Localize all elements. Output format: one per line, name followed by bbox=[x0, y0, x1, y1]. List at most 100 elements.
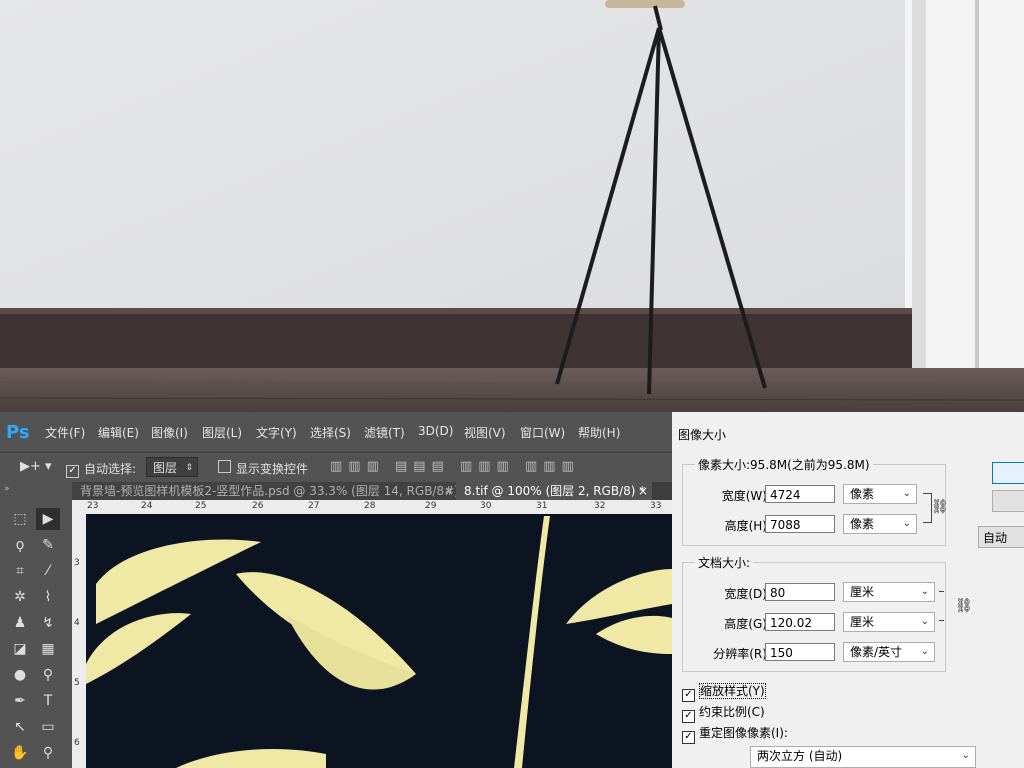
constrain-proportions-checkbox[interactable]: ✓ 约束比例(C) bbox=[682, 703, 765, 723]
menu-select[interactable]: 选择(S) bbox=[310, 424, 351, 441]
pixel-height-unit-select[interactable]: 像素 ⌄ bbox=[843, 514, 917, 534]
auto-select-label: 自动选择: bbox=[84, 462, 137, 476]
checkbox-mark: ✓ bbox=[682, 689, 695, 702]
auto-button[interactable]: 自动 bbox=[978, 526, 1024, 548]
menu-file[interactable]: 文件(F) bbox=[45, 424, 85, 441]
ruler-label: 5 bbox=[74, 678, 80, 688]
resample-method-select[interactable]: 两次立方 (自动) ⌄ bbox=[750, 746, 976, 768]
document-size-label: 文档大小: bbox=[695, 554, 754, 571]
ruler-label: 3 bbox=[74, 558, 80, 568]
tab-background-psd[interactable]: 背景墙-预览图样机模板2-竖型作品.psd @ 33.3% (图层 14, RG… bbox=[72, 482, 459, 500]
chain-link-icon: ⛓ bbox=[955, 598, 973, 614]
chain-link-icon: ⛓ bbox=[931, 499, 949, 515]
pixel-width-input[interactable]: 4724 bbox=[765, 485, 835, 503]
resolution-unit-select[interactable]: 像素/英寸 ⌄ bbox=[843, 642, 935, 662]
resolution-input[interactable]: 150 bbox=[765, 643, 835, 661]
link-bracket bbox=[939, 591, 944, 621]
blur-tool-icon[interactable]: ● bbox=[8, 664, 32, 686]
auto-select-dropdown[interactable]: 图层 ⇕ bbox=[146, 457, 198, 477]
quick-select-tool-icon[interactable]: ✎ bbox=[36, 534, 60, 556]
brush-tool-icon[interactable]: ⌇ bbox=[36, 586, 60, 608]
menu-type[interactable]: 文字(Y) bbox=[256, 424, 297, 441]
gradient-tool-icon[interactable]: ▦ bbox=[36, 638, 60, 660]
pixel-height-input[interactable]: 7088 bbox=[765, 515, 835, 533]
ps-logo: Ps bbox=[6, 422, 30, 443]
menu-view[interactable]: 视图(V) bbox=[464, 424, 506, 441]
marquee-tool-icon[interactable]: ⬚ bbox=[8, 508, 32, 530]
crop-tool-icon[interactable]: ⌗ bbox=[8, 560, 32, 582]
eyedropper-tool-icon[interactable]: ⁄ bbox=[36, 560, 60, 582]
resample-method-value: 两次立方 (自动) bbox=[757, 749, 843, 763]
dialog-title: 图像大小 bbox=[678, 428, 727, 442]
menu-3d[interactable]: 3D(D) bbox=[418, 424, 453, 438]
chevron-down-icon: ⌄ bbox=[920, 586, 929, 597]
doc-height-label: 高度(G): bbox=[724, 617, 771, 631]
menu-help[interactable]: 帮助(H) bbox=[578, 424, 620, 441]
move-tool-preset-icon[interactable]: ▶+ ▾ bbox=[20, 459, 52, 474]
rectangle-tool-icon[interactable]: ▭ bbox=[36, 716, 60, 738]
eraser-tool-icon[interactable]: ◪ bbox=[8, 638, 32, 660]
resample-label: 重定图像像素(I): bbox=[699, 726, 788, 740]
ruler-label: 26 bbox=[252, 501, 264, 511]
ruler-label: 27 bbox=[308, 501, 320, 511]
doc-width-unit-select[interactable]: 厘米 ⌄ bbox=[843, 582, 935, 602]
tab-8-tif[interactable]: 8.tif @ 100% (图层 2, RGB/8) * × bbox=[456, 482, 652, 500]
chevron-down-icon: ⌄ bbox=[920, 646, 929, 657]
ruler-label: 31 bbox=[536, 501, 548, 511]
photoshop-window: Ps 文件(F) 编辑(E) 图像(I) 图层(L) 文字(Y) 选择(S) 滤… bbox=[0, 412, 672, 768]
chevron-updown-icon: ⇕ bbox=[185, 463, 193, 473]
pixel-width-label: 宽度(W): bbox=[721, 489, 771, 503]
horizontal-ruler: 23 24 25 26 27 28 29 30 31 32 33 bbox=[86, 500, 672, 514]
stamp-tool-icon[interactable]: ♟ bbox=[8, 612, 32, 634]
cancel-button[interactable] bbox=[992, 490, 1024, 512]
auto-select-checkbox[interactable]: ✓ bbox=[66, 460, 83, 478]
pixel-width-unit-select[interactable]: 像素 ⌄ bbox=[843, 484, 917, 504]
zoom-tool-icon[interactable]: ⚲ bbox=[36, 742, 60, 764]
unit-value: 厘米 bbox=[850, 585, 875, 599]
doc-height-unit-select[interactable]: 厘米 ⌄ bbox=[843, 612, 935, 632]
ruler-label: 6 bbox=[74, 738, 80, 748]
hand-tool-icon[interactable]: ✋ bbox=[8, 742, 32, 764]
toolbox: » ⬚ ▶ ϙ ✎ ⌗ ⁄ ✲ ⌇ ♟ ↯ ◪ ▦ ● ⚲ ✒ T ↖ ▭ ✋ … bbox=[0, 482, 73, 768]
unit-value: 像素/英寸 bbox=[850, 645, 903, 659]
chevron-down-icon: ⌄ bbox=[961, 750, 970, 761]
pen-tool-icon[interactable]: ✒ bbox=[8, 690, 32, 712]
auto-button-label: 自动 bbox=[983, 531, 1008, 545]
resample-checkbox[interactable]: ✓ 重定图像像素(I): bbox=[682, 724, 788, 744]
show-transform-checkbox[interactable] bbox=[218, 460, 235, 474]
close-icon[interactable]: × bbox=[638, 482, 648, 500]
document-canvas[interactable] bbox=[86, 514, 672, 768]
doc-height-input[interactable]: 120.02 bbox=[765, 613, 835, 631]
menu-edit[interactable]: 编辑(E) bbox=[98, 424, 139, 441]
menu-filter[interactable]: 滤镜(T) bbox=[364, 424, 405, 441]
ruler-label: 25 bbox=[195, 501, 207, 511]
path-select-tool-icon[interactable]: ↖ bbox=[8, 716, 32, 738]
doc-width-input[interactable]: 80 bbox=[765, 583, 835, 601]
healing-tool-icon[interactable]: ✲ bbox=[8, 586, 32, 608]
close-icon[interactable]: × bbox=[444, 482, 454, 500]
document-tabs: 背景墙-预览图样机模板2-竖型作品.psd @ 33.3% (图层 14, RG… bbox=[72, 482, 672, 500]
history-brush-tool-icon[interactable]: ↯ bbox=[36, 612, 60, 634]
chevron-down-icon: ⌄ bbox=[902, 518, 911, 529]
scale-styles-checkbox[interactable]: ✓ 缩放样式(Y) bbox=[682, 682, 766, 702]
scale-styles-label: 缩放样式(Y) bbox=[699, 683, 766, 699]
menu-layer[interactable]: 图层(L) bbox=[202, 424, 242, 441]
pixel-height-label: 高度(H): bbox=[724, 519, 771, 533]
type-tool-icon[interactable]: T bbox=[36, 690, 60, 712]
lasso-tool-icon[interactable]: ϙ bbox=[8, 534, 32, 556]
menu-window[interactable]: 窗口(W) bbox=[520, 424, 565, 441]
menu-image[interactable]: 图像(I) bbox=[151, 424, 188, 441]
show-transform-label: 显示变换控件 bbox=[236, 462, 309, 476]
move-tool-icon[interactable]: ▶ bbox=[36, 508, 60, 530]
chevron-down-icon: ⌄ bbox=[902, 488, 911, 499]
vertical-ruler: 3 4 5 6 7 bbox=[72, 500, 86, 768]
align-icons[interactable]: ▥▥▥ ▤▤▤ ▥▥▥ ▥▥▥ bbox=[330, 459, 580, 474]
unit-value: 像素 bbox=[850, 487, 875, 501]
dodge-tool-icon[interactable]: ⚲ bbox=[36, 664, 60, 686]
menu-bar: Ps 文件(F) 编辑(E) 图像(I) 图层(L) 文字(Y) 选择(S) 滤… bbox=[0, 412, 672, 452]
resolution-label: 分辨率(R): bbox=[713, 647, 771, 661]
ruler-label: 33 bbox=[650, 501, 662, 511]
unit-value: 像素 bbox=[850, 517, 875, 531]
collapse-icon[interactable]: » bbox=[4, 484, 10, 494]
ok-button[interactable] bbox=[992, 462, 1024, 484]
